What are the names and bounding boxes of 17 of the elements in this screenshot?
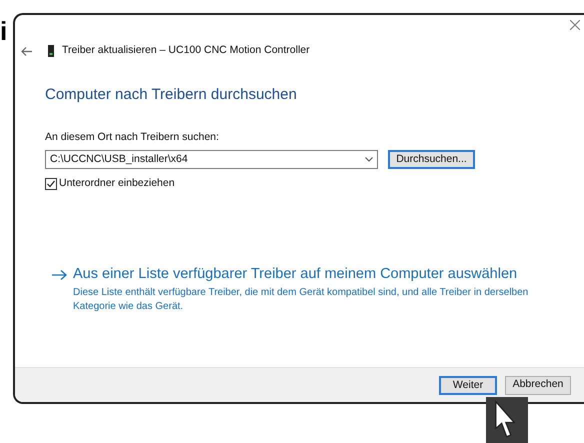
device-icon xyxy=(48,45,54,57)
browse-button[interactable]: Durchsuchen... xyxy=(388,150,475,170)
path-combobox[interactable]: C:\UCCNC\USB_installer\x64 xyxy=(45,150,378,170)
link-description: Diese Liste enthält verfügbare Treiber, die mit dem Gerät kompatibel sind, und alle Treiber in derselben Kategorie wie das Gerät. xyxy=(73,286,530,314)
close-icon[interactable] xyxy=(570,20,580,30)
pick-from-list-link[interactable]: Aus einer Liste verfügbarer Treiber auf meinem Computer auswählen xyxy=(73,264,518,286)
window-title: Treiber aktualisieren – UC100 CNC Motion Controller xyxy=(62,43,310,58)
back-icon[interactable] xyxy=(21,46,32,56)
dropdown-icon[interactable] xyxy=(365,157,373,162)
cropped-letter: i xyxy=(0,18,8,44)
arrow-icon xyxy=(52,270,67,280)
dialog-button[interactable]: Weiter xyxy=(439,376,497,394)
checkbox[interactable] xyxy=(45,178,57,190)
path-label: An diesem Ort nach Treibern suchen: xyxy=(45,130,220,144)
checkbox-label: Unterordner einbeziehen xyxy=(59,176,175,192)
dialog-heading: Computer nach Treibern durchsuchen xyxy=(45,85,298,105)
dialog-button[interactable]: Abbrechen xyxy=(505,376,571,394)
